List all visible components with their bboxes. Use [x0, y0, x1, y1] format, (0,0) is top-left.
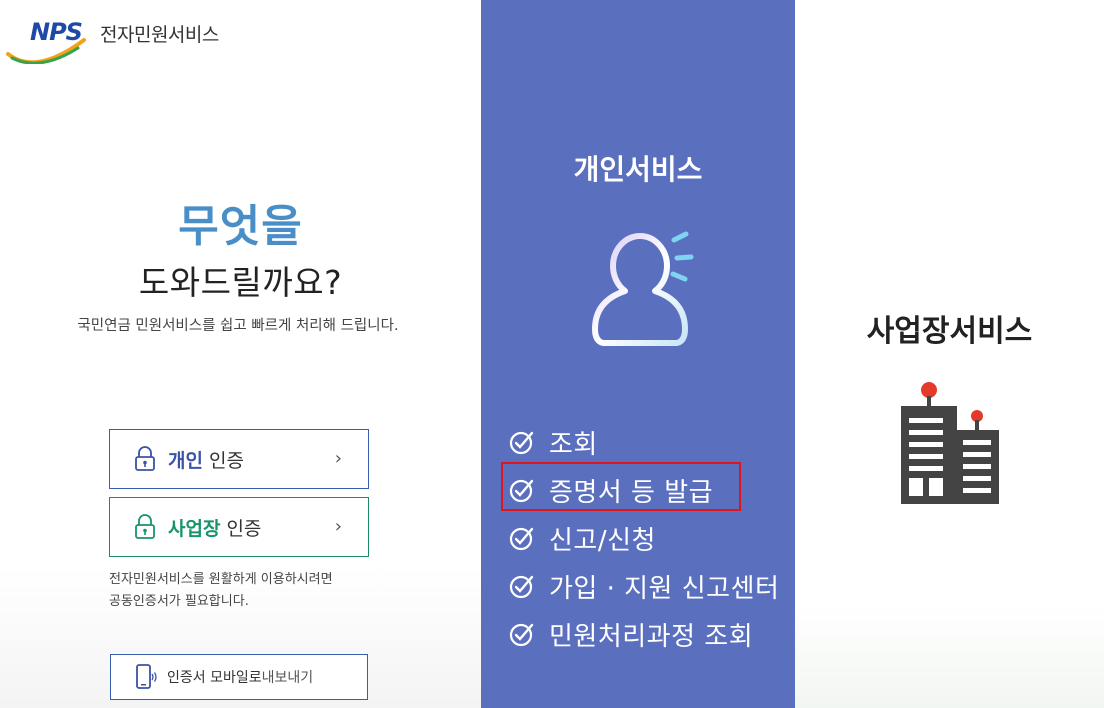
- business-auth-strong: 사업장: [168, 517, 221, 540]
- chevron-right-icon: ›: [334, 516, 342, 537]
- business-service-panel[interactable]: 사업장서비스: [795, 0, 1104, 708]
- chevron-right-icon: ›: [334, 448, 342, 469]
- notice-line2: 공동인증서가 필요합니다.: [109, 594, 249, 609]
- hero-subtitle: 국민연금 민원서비스를 쉽고 빠르게 처리해 드립니다.: [77, 318, 399, 334]
- personal-auth-button[interactable]: 개인 인증 ›: [109, 429, 369, 489]
- business-service-title: 사업장서비스: [866, 314, 1033, 349]
- mobile-export-strong: 인증서 모바일로: [167, 670, 262, 686]
- lock-icon: [135, 514, 155, 539]
- person-icon: [592, 231, 694, 346]
- personal-service-list: 조회 증명서 등 발급 신고/신청 가입 · 지원 신고센터 민원처리과정 조회: [509, 418, 779, 658]
- service-item-enrollment-support-center[interactable]: 가입 · 지원 신고센터: [509, 562, 779, 610]
- service-item-report-apply[interactable]: 신고/신청: [509, 514, 779, 562]
- service-item-label: 증명서 등 발급: [549, 477, 714, 508]
- mobile-export-label: 내보내기: [261, 670, 314, 686]
- check-circle-icon: [509, 575, 534, 599]
- check-circle-icon: [509, 431, 534, 455]
- nps-logo[interactable]: NPS 전자민원서비스: [6, 14, 246, 64]
- hero-title: 무엇을: [178, 201, 303, 252]
- check-circle-icon: [509, 479, 534, 503]
- service-item-process-inquiry[interactable]: 민원처리과정 조회: [509, 610, 779, 658]
- lock-icon: [135, 446, 155, 471]
- left-panel: NPS 전자민원서비스 무엇을 도와드릴까요? 국민연금 민원서비스를 쉽고 빠…: [0, 0, 481, 708]
- business-auth-button[interactable]: 사업장 인증 ›: [109, 497, 369, 557]
- service-item-label: 조회: [549, 429, 598, 460]
- personal-service-panel[interactable]: 개인서비스 조회 증명서 등 발급 신고/신청 가입 · 지원 신고센터 민원처…: [481, 0, 795, 708]
- personal-service-title: 개인서비스: [573, 153, 703, 186]
- hero-title-line2: 도와드릴까요?: [138, 263, 343, 302]
- logo-mark: NPS: [30, 18, 83, 46]
- personal-auth-strong: 개인: [168, 449, 203, 472]
- building-icon: [901, 382, 999, 504]
- service-item-certificate-issue[interactable]: 증명서 등 발급: [509, 466, 779, 514]
- logo-text: 전자민원서비스: [100, 24, 219, 46]
- service-item-inquiry[interactable]: 조회: [509, 418, 779, 466]
- export-certificate-mobile-button[interactable]: 인증서 모바일로 내보내기: [110, 654, 368, 700]
- service-item-label: 민원처리과정 조회: [549, 621, 754, 652]
- certificate-notice: 전자민원서비스를 원활하게 이용하시려면 공동인증서가 필요합니다.: [109, 569, 389, 613]
- service-item-label: 가입 · 지원 신고센터: [549, 573, 780, 604]
- service-item-label: 신고/신청: [549, 525, 656, 556]
- notice-line1: 전자민원서비스를 원활하게 이용하시려면: [109, 572, 333, 587]
- check-circle-icon: [509, 527, 534, 551]
- mobile-phone-icon: [136, 664, 157, 689]
- personal-auth-label: 인증: [208, 449, 244, 472]
- check-circle-icon: [509, 623, 534, 647]
- business-auth-label: 인증: [226, 517, 262, 540]
